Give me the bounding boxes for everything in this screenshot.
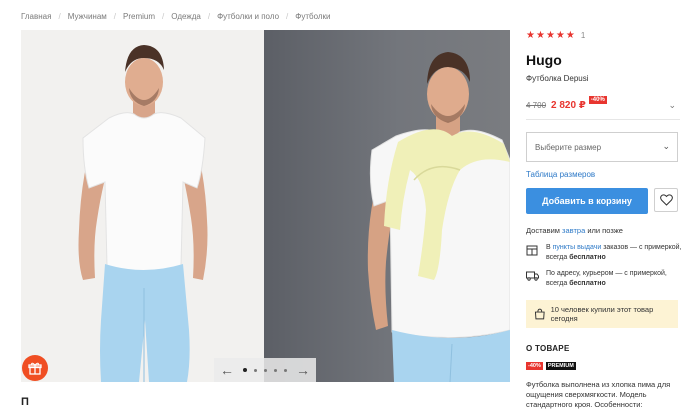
arrow-left-icon[interactable]: ←	[220, 363, 234, 377]
size-select[interactable]: Выберите размер ⌄	[526, 132, 678, 162]
breadcrumb-separator: /	[113, 11, 117, 21]
breadcrumb-separator: /	[207, 11, 211, 21]
rating[interactable]: ★ ★ ★ ★ ★ 1	[526, 28, 682, 42]
star-icon: ★	[565, 29, 575, 41]
courier-truck-icon	[526, 271, 539, 281]
product-name: Футболка Depusi	[526, 74, 589, 83]
pickup-point-icon	[526, 245, 538, 256]
about-product-title: О ТОВАРЕ	[526, 344, 570, 353]
favorite-button[interactable]	[654, 188, 678, 212]
product-badges: -40% PREMIUM	[526, 362, 576, 370]
courier-free-label: бесплатно	[569, 280, 606, 287]
product-photo-front[interactable]	[21, 30, 264, 382]
gallery-dot[interactable]	[274, 368, 277, 372]
promo-gift-button[interactable]	[22, 355, 48, 381]
popularity-text: 10 человек купили этот товар сегодня	[550, 305, 654, 323]
gallery-dot[interactable]	[243, 368, 247, 372]
gift-icon	[28, 362, 42, 375]
breadcrumb-item-men[interactable]: Мужчинам	[68, 12, 107, 21]
breadcrumb-separator: /	[58, 11, 61, 21]
product-gallery	[21, 30, 510, 382]
divider	[526, 119, 680, 120]
premium-badge: PREMIUM	[545, 362, 576, 370]
breadcrumb-item-home[interactable]: Главная	[21, 12, 51, 21]
star-icon: ★	[526, 29, 535, 41]
product-info-panel: ★ ★ ★ ★ ★ 1 Hugo Футболка Depusi 4 700 2…	[526, 28, 682, 409]
breadcrumb-separator: /	[162, 11, 165, 21]
delivery-summary: Доставим завтра или позже	[526, 226, 623, 235]
star-icon: ★	[545, 29, 555, 41]
size-select-placeholder: Выберите размер	[535, 142, 602, 152]
delivery-option-courier: По адресу, курьером — с примеркой, всегд…	[526, 269, 682, 289]
add-to-cart-button[interactable]: Добавить в корзину	[526, 188, 648, 214]
chevron-down-icon: ⌄	[662, 141, 670, 151]
model-front-illustration	[78, 45, 208, 382]
pickup-prefix: В	[546, 244, 551, 251]
brand-name[interactable]: Hugo	[526, 52, 562, 68]
gallery-pager: ← →	[214, 358, 316, 382]
breadcrumb-item-premium[interactable]: Premium	[123, 12, 155, 21]
old-price: 4 700	[526, 100, 547, 110]
breadcrumb-separator: /	[286, 11, 289, 21]
gallery-dot[interactable]	[264, 368, 267, 372]
discount-badge: -40%	[588, 96, 607, 104]
breadcrumb: Главная / Мужчинам / Premium / Одежда / …	[21, 10, 331, 22]
product-photo-styled[interactable]	[264, 30, 510, 382]
star-icon: ★	[555, 29, 565, 41]
pickup-points-link[interactable]: пункты выдачи	[553, 244, 602, 251]
delivery-prefix: Доставим	[526, 226, 560, 235]
heart-icon	[659, 194, 673, 206]
gallery-dot[interactable]	[284, 368, 287, 372]
discount-badge: -40%	[526, 362, 543, 370]
star-icon: ★	[535, 29, 545, 41]
price-row[interactable]: 4 700 2 820 ₽ -40% ⌄	[526, 96, 678, 112]
arrow-right-icon[interactable]: →	[296, 363, 310, 377]
size-table-link[interactable]: Таблица размеров	[526, 170, 595, 179]
popularity-notice: 10 человек купили этот товар сегодня	[526, 300, 678, 328]
shopping-bag-icon	[534, 308, 545, 320]
section-heading-partial: П	[21, 396, 29, 408]
review-count[interactable]: 1	[581, 31, 585, 40]
delivery-suffix: или позже	[587, 226, 623, 235]
current-price: 2 820 ₽	[551, 99, 586, 111]
delivery-date-link[interactable]: завтра	[562, 226, 585, 235]
breadcrumb-item-clothing[interactable]: Одежда	[171, 12, 201, 21]
product-description: Футболка выполнена из хлопка пима для ощ…	[526, 380, 671, 409]
chevron-down-icon[interactable]: ⌄	[668, 100, 676, 111]
breadcrumb-item-tshirts-polo[interactable]: Футболки и поло	[217, 12, 279, 21]
courier-text: По адресу, курьером — с примеркой, всегд…	[546, 270, 667, 287]
model-styled-illustration	[367, 52, 510, 382]
pickup-free-label: бесплатно	[569, 254, 606, 261]
gallery-dot[interactable]	[254, 368, 257, 372]
delivery-option-pickup: В пункты выдачи заказов — с примеркой, в…	[526, 243, 682, 263]
gallery-dots	[243, 368, 287, 372]
breadcrumb-item-tshirts[interactable]: Футболки	[295, 12, 330, 21]
